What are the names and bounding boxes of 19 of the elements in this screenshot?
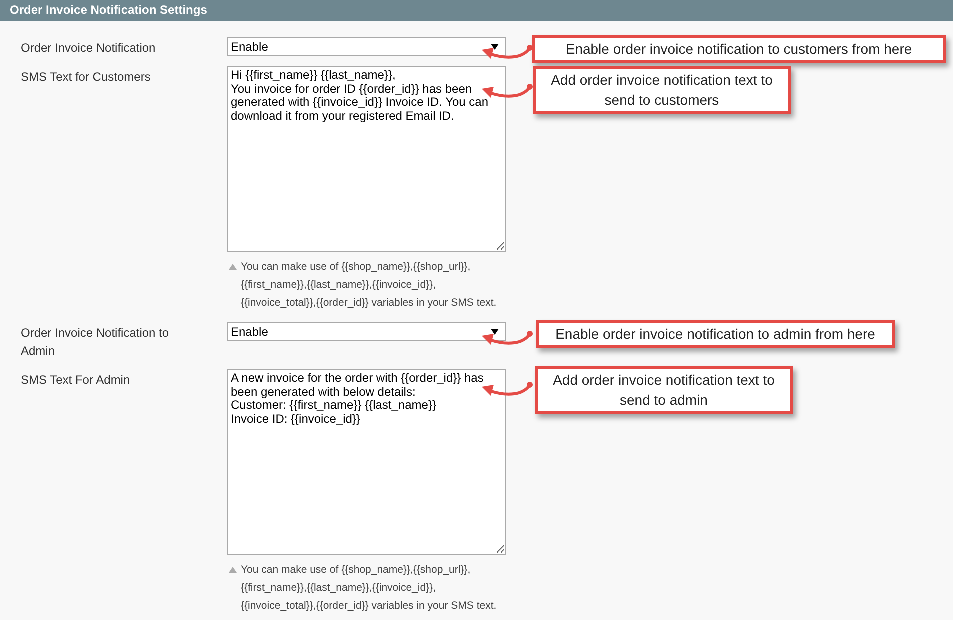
panel-title: Order Invoice Notification Settings bbox=[0, 0, 953, 21]
callout-note: Add order invoice notification text to send to admin bbox=[535, 366, 793, 414]
callout-note: Enable order invoice notification to admin from here bbox=[536, 320, 895, 348]
select-field[interactable]: Enable bbox=[227, 322, 506, 341]
callout-note: Enable order invoice notification to customers from here bbox=[532, 35, 946, 63]
caret-icon bbox=[491, 44, 499, 50]
field-label: Order Invoice Notification to Admin bbox=[21, 325, 170, 360]
caret-icon bbox=[491, 328, 499, 334]
sms-text-field[interactable]: Hi {{first_name}} {{last_name}}, You invoice for order ID {{order_id}} has been generated with {{invoice_id}} Invoice ID. You can download it from your registered Email ID. bbox=[227, 66, 506, 252]
field-label: SMS Text For Admin bbox=[21, 372, 132, 389]
hint-text: You can make use of {{shop_name}},{{shop_url}}, {{first_name}},{{last_name}},{{invoice_id}}, {{invoice_total}},{{order_id}} variables in your SMS text. bbox=[241, 563, 498, 614]
sms-text-field[interactable]: A new invoice for the order with {{order_id}} has been generated with below details: Customer: {{first_name}} {{last_name}} Invoice ID: {{invoice_id}} bbox=[227, 369, 506, 555]
field-label: Order Invoice Notification bbox=[21, 40, 157, 57]
hint-text: You can make use of {{shop_name}},{{shop_url}}, {{first_name}},{{last_name}},{{invoice_id}}, {{invoice_total}},{{order_id}} variables in your SMS text. bbox=[241, 260, 498, 311]
triangle-icon bbox=[229, 567, 237, 573]
field-label: SMS Text for Customers bbox=[21, 69, 152, 86]
select-field[interactable]: Enable bbox=[227, 37, 506, 56]
callout-note: Add order invoice notification text to send to customers bbox=[533, 66, 791, 114]
triangle-icon bbox=[229, 264, 237, 270]
